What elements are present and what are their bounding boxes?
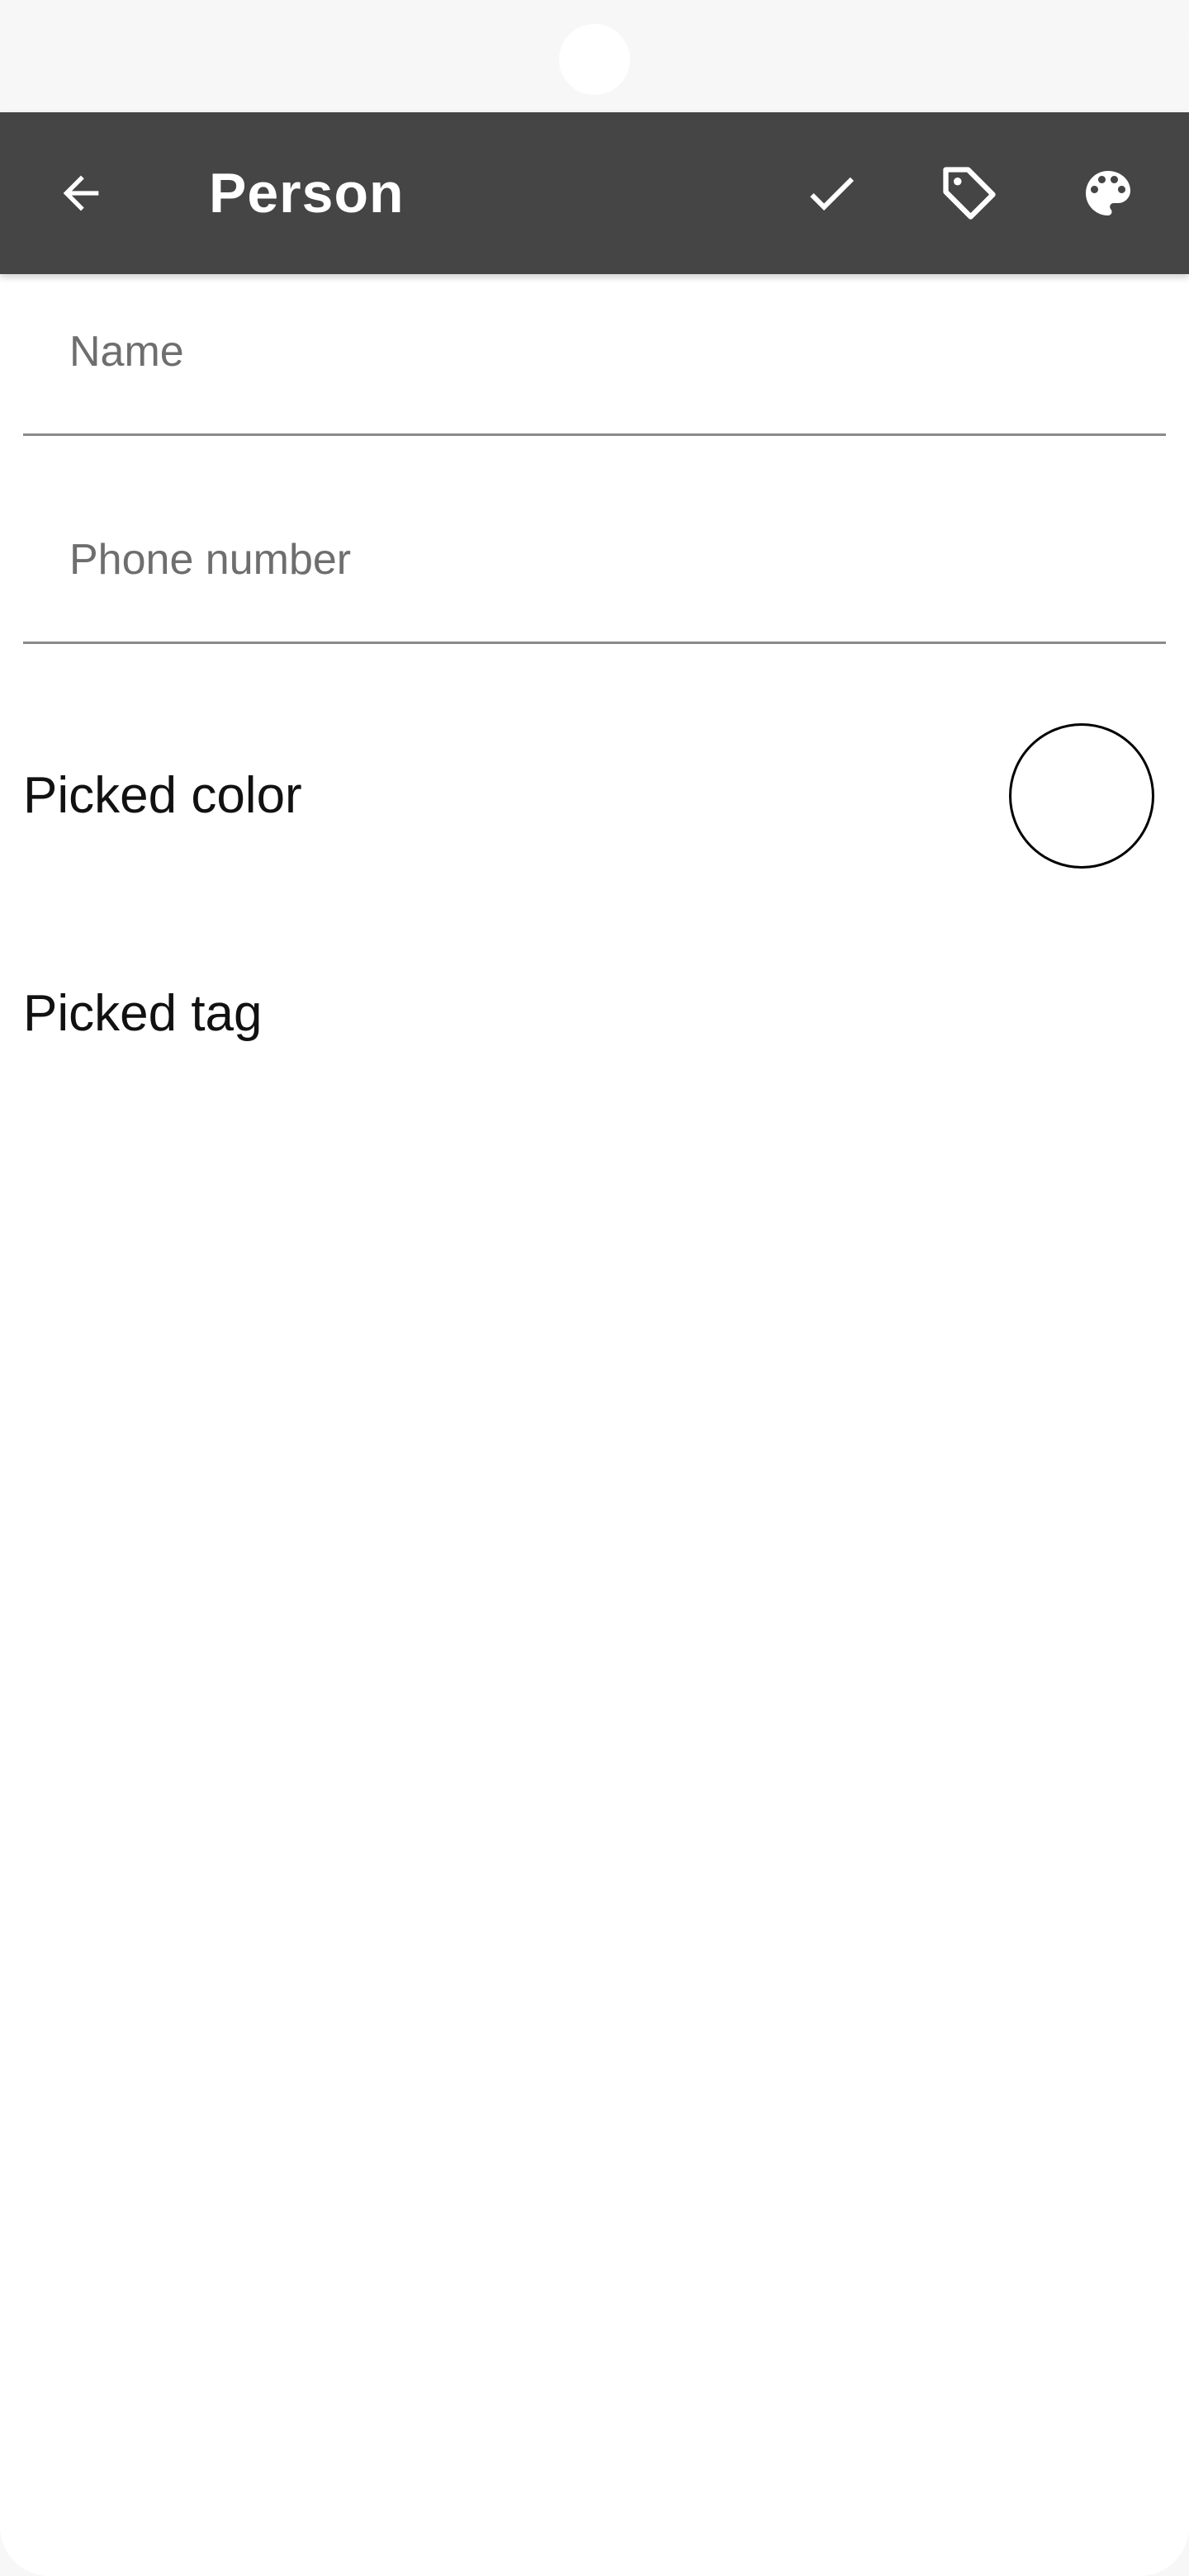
picked-color-label: Picked color (23, 767, 302, 824)
phone-field-container (23, 482, 1166, 644)
camera-cutout (559, 24, 630, 95)
picked-tag-label: Picked tag (23, 985, 263, 1042)
name-field-container (23, 274, 1166, 436)
save-button[interactable] (782, 112, 881, 274)
page-title: Person (209, 162, 405, 225)
palette-button[interactable] (1059, 112, 1158, 274)
name-input[interactable] (23, 274, 1166, 433)
status-bar (0, 0, 1189, 112)
tag-button[interactable] (920, 112, 1019, 274)
phone-number-input[interactable] (23, 482, 1166, 642)
palette-icon (1078, 163, 1138, 223)
back-button[interactable] (31, 112, 130, 274)
app-bar: Person (0, 112, 1189, 274)
screen: Person Name Phone number Picked color Pi… (0, 0, 1189, 2576)
picked-color-swatch[interactable] (1009, 723, 1154, 869)
tag-icon (938, 162, 1001, 225)
check-icon (802, 163, 861, 223)
arrow-back-icon (54, 167, 107, 220)
